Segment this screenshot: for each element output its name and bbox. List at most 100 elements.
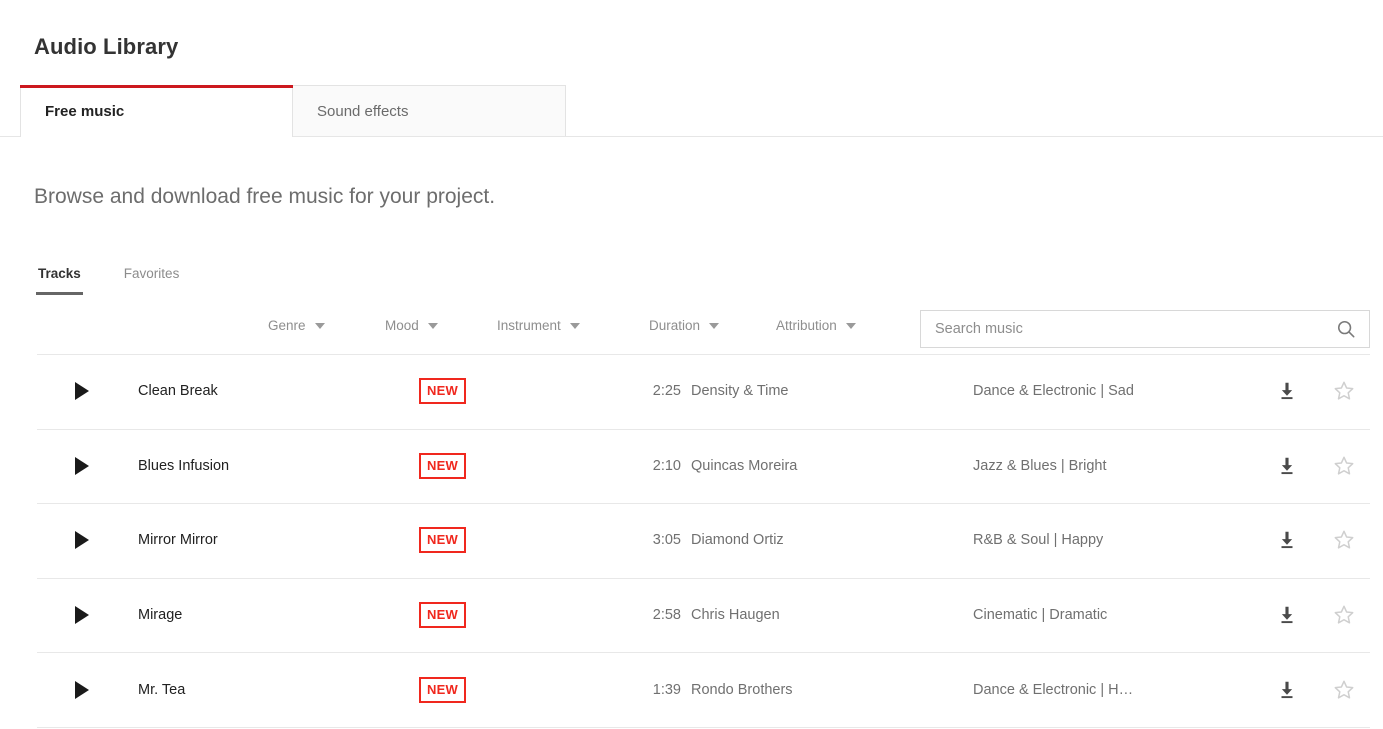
new-badge-cell: NEW: [419, 579, 539, 652]
track-attribution: R&B & Soul | Happy: [973, 504, 1263, 577]
track-attribution-label: Cinematic | Dramatic: [973, 607, 1108, 624]
play-icon: [75, 456, 89, 475]
favorite-button[interactable]: [1322, 355, 1366, 428]
chevron-down-icon: [314, 322, 325, 329]
search-icon[interactable]: [1335, 318, 1357, 340]
track-title: Mirror Mirror: [138, 532, 218, 549]
chevron-down-icon: [569, 322, 580, 329]
track-attribution-label: R&B & Soul | Happy: [973, 532, 1104, 549]
download-button[interactable]: [1265, 355, 1309, 428]
track-duration: 3:05: [652, 532, 681, 549]
track-title: Mirage: [138, 607, 183, 624]
status-badge: NEW: [419, 602, 466, 629]
track-duration: 2:58: [652, 607, 681, 624]
track-duration: 2:25: [652, 383, 681, 400]
status-badge: NEW: [419, 527, 466, 554]
track-attribution: Jazz & Blues | Bright: [973, 430, 1263, 503]
table-row[interactable]: Mirror Mirror NEW 3:05 Diamond Ortiz R&B…: [37, 504, 1370, 579]
favorite-button[interactable]: [1322, 430, 1366, 503]
star-outline-icon: [1332, 678, 1356, 702]
chevron-down-icon: [709, 322, 720, 329]
tab-sound-effects-label: Sound effects: [317, 103, 409, 120]
track-attribution: Dance & Electronic | H…: [973, 653, 1263, 726]
track-attribution: Dance & Electronic | Sad: [973, 355, 1263, 428]
download-icon: [1276, 604, 1298, 626]
new-badge-cell: NEW: [419, 653, 539, 726]
filter-instrument[interactable]: Instrument: [497, 318, 580, 333]
filter-duration[interactable]: Duration: [649, 318, 720, 333]
filter-attribution[interactable]: Attribution: [776, 318, 856, 333]
play-icon: [75, 606, 89, 625]
favorite-button[interactable]: [1322, 579, 1366, 652]
favorite-button[interactable]: [1322, 653, 1366, 726]
chevron-down-icon: [427, 322, 438, 329]
download-icon: [1276, 455, 1298, 477]
track-attribution-label: Jazz & Blues | Bright: [973, 457, 1107, 474]
search-box[interactable]: Search music: [920, 310, 1370, 348]
new-badge-cell: NEW: [419, 355, 539, 428]
download-button[interactable]: [1265, 653, 1309, 726]
star-outline-icon: [1332, 454, 1356, 478]
star-outline-icon: [1332, 379, 1356, 403]
filter-attribution-label: Attribution: [776, 318, 837, 333]
audio-library-page: Audio Library Free music Sound effects B…: [0, 0, 1383, 729]
track-artist: Chris Haugen: [691, 607, 780, 624]
play-button[interactable]: [75, 579, 111, 652]
table-row[interactable]: Mr. Tea NEW 1:39 Rondo Brothers Dance & …: [37, 653, 1370, 728]
new-badge-cell: NEW: [419, 504, 539, 577]
play-icon: [75, 680, 89, 699]
play-icon: [75, 382, 89, 401]
subtab-tracks[interactable]: Tracks: [36, 266, 83, 295]
filter-instrument-label: Instrument: [497, 318, 561, 333]
tab-sound-effects[interactable]: Sound effects: [293, 85, 566, 137]
secondary-tabs: Tracks Favorites: [36, 266, 180, 295]
favorite-button[interactable]: [1322, 504, 1366, 577]
table-row[interactable]: Clean Break NEW 2:25 Density & Time Danc…: [37, 355, 1370, 430]
track-duration: 1:39: [652, 681, 681, 698]
download-button[interactable]: [1265, 579, 1309, 652]
track-artist: Quincas Moreira: [691, 457, 798, 474]
play-button[interactable]: [75, 653, 111, 726]
new-badge-cell: NEW: [419, 430, 539, 503]
play-button[interactable]: [75, 355, 111, 428]
track-artist: Rondo Brothers: [691, 681, 793, 698]
filter-genre[interactable]: Genre: [268, 318, 325, 333]
download-button[interactable]: [1265, 504, 1309, 577]
download-icon: [1276, 380, 1298, 402]
filter-mood-label: Mood: [385, 318, 419, 333]
tab-free-music-label: Free music: [45, 102, 125, 120]
table-row[interactable]: Blues Infusion NEW 2:10 Quincas Moreira …: [37, 430, 1370, 505]
subtab-tracks-label: Tracks: [38, 266, 81, 281]
subtab-favorites[interactable]: Favorites: [124, 266, 180, 295]
track-attribution-label: Dance & Electronic | Sad: [973, 383, 1134, 400]
status-badge: NEW: [419, 452, 466, 479]
search-input[interactable]: Search music: [935, 321, 1335, 337]
track-attribution-label: Dance & Electronic | H…: [973, 681, 1134, 698]
star-outline-icon: [1332, 603, 1356, 627]
page-title: Audio Library: [34, 34, 179, 59]
status-badge: NEW: [419, 676, 466, 703]
track-title: Clean Break: [138, 383, 218, 400]
status-badge: NEW: [419, 378, 466, 405]
track-title: Mr. Tea: [138, 681, 186, 698]
track-duration: 2:10: [652, 457, 681, 474]
subtab-favorites-label: Favorites: [123, 266, 180, 281]
play-button[interactable]: [75, 504, 111, 577]
download-icon: [1276, 529, 1298, 551]
page-subtitle: Browse and download free music for your …: [34, 185, 496, 208]
download-button[interactable]: [1265, 430, 1309, 503]
chevron-down-icon: [845, 322, 856, 329]
track-artist: Density & Time: [691, 383, 789, 400]
filter-mood[interactable]: Mood: [385, 318, 438, 333]
tab-free-music[interactable]: Free music: [20, 85, 293, 138]
primary-tabs: Free music Sound effects: [20, 85, 566, 138]
track-attribution: Cinematic | Dramatic: [973, 579, 1263, 652]
star-outline-icon: [1332, 528, 1356, 552]
download-icon: [1276, 679, 1298, 701]
filter-genre-label: Genre: [268, 318, 306, 333]
filter-bar: Genre Mood Instrument Duration Attributi…: [37, 308, 1370, 351]
play-button[interactable]: [75, 430, 111, 503]
play-icon: [75, 531, 89, 550]
table-row[interactable]: Mirage NEW 2:58 Chris Haugen Cinematic |…: [37, 579, 1370, 654]
track-title: Blues Infusion: [138, 457, 230, 474]
